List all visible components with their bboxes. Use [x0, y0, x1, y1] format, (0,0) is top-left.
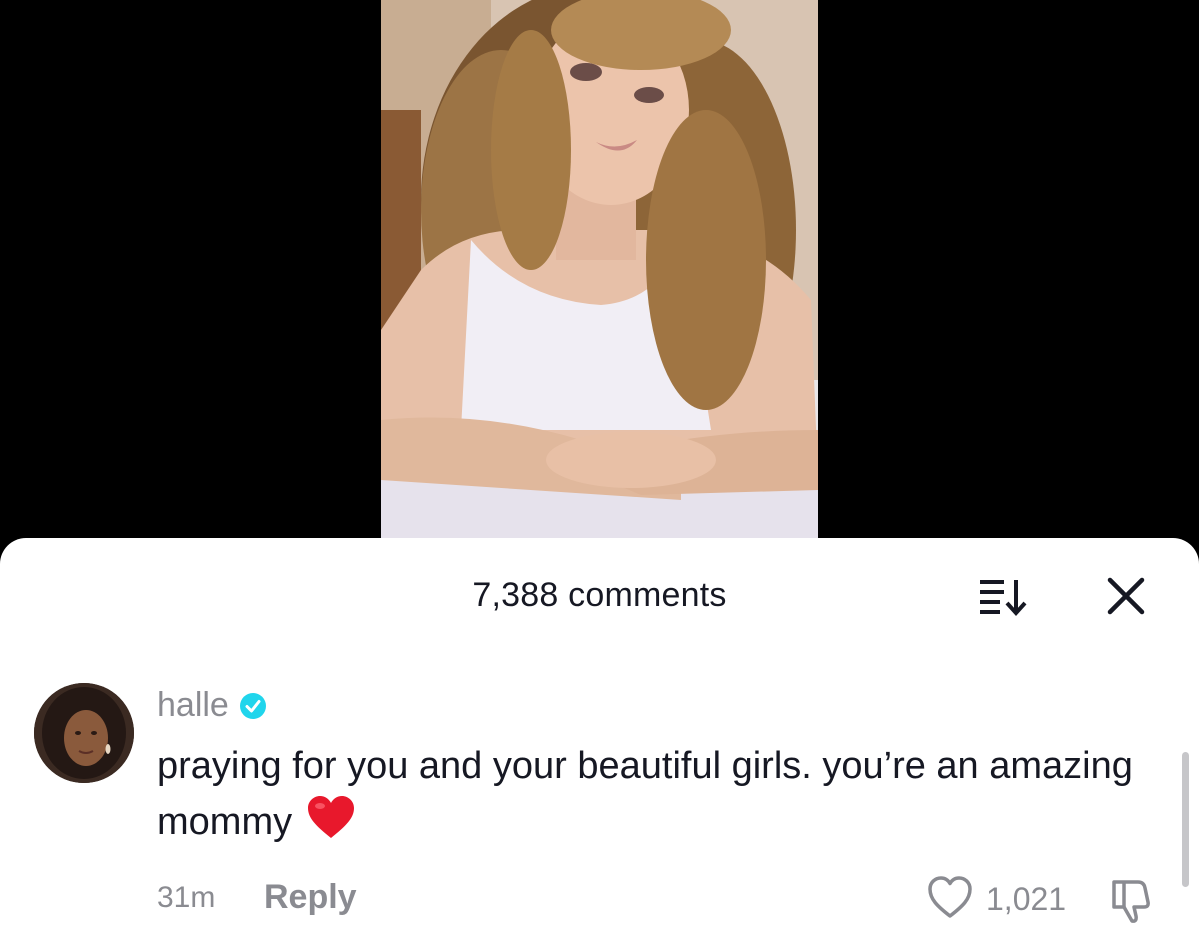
like-count: 1,021 — [986, 881, 1067, 917]
dislike-button[interactable] — [1106, 876, 1156, 924]
video-frame-image — [381, 0, 818, 545]
video-player[interactable] — [381, 0, 818, 545]
close-button[interactable] — [1102, 572, 1150, 620]
comment-body: praying for you and your beautiful girls… — [157, 738, 1157, 850]
sort-button[interactable] — [972, 574, 1032, 618]
app-screen: 7,388 comments halle praying for you and… — [0, 0, 1199, 941]
red-heart-emoji-icon — [308, 796, 355, 838]
close-icon — [1107, 577, 1145, 615]
comments-sheet: 7,388 comments halle praying for you and… — [0, 538, 1199, 941]
verified-badge-icon — [239, 692, 266, 719]
like-button[interactable] — [926, 874, 974, 920]
sort-icon — [980, 580, 1027, 616]
reply-button[interactable]: Reply — [264, 878, 357, 917]
comment-header: halle — [157, 686, 267, 725]
scrollbar[interactable] — [1182, 752, 1189, 887]
comment-username[interactable]: halle — [157, 686, 229, 725]
comment-timestamp: 31m — [157, 881, 216, 914]
heart-outline-icon — [928, 876, 972, 918]
avatar[interactable] — [34, 683, 134, 783]
dislike-icon — [1112, 880, 1150, 923]
comment-text: praying for you and your beautiful girls… — [157, 745, 1133, 843]
avatar-image — [34, 683, 134, 783]
